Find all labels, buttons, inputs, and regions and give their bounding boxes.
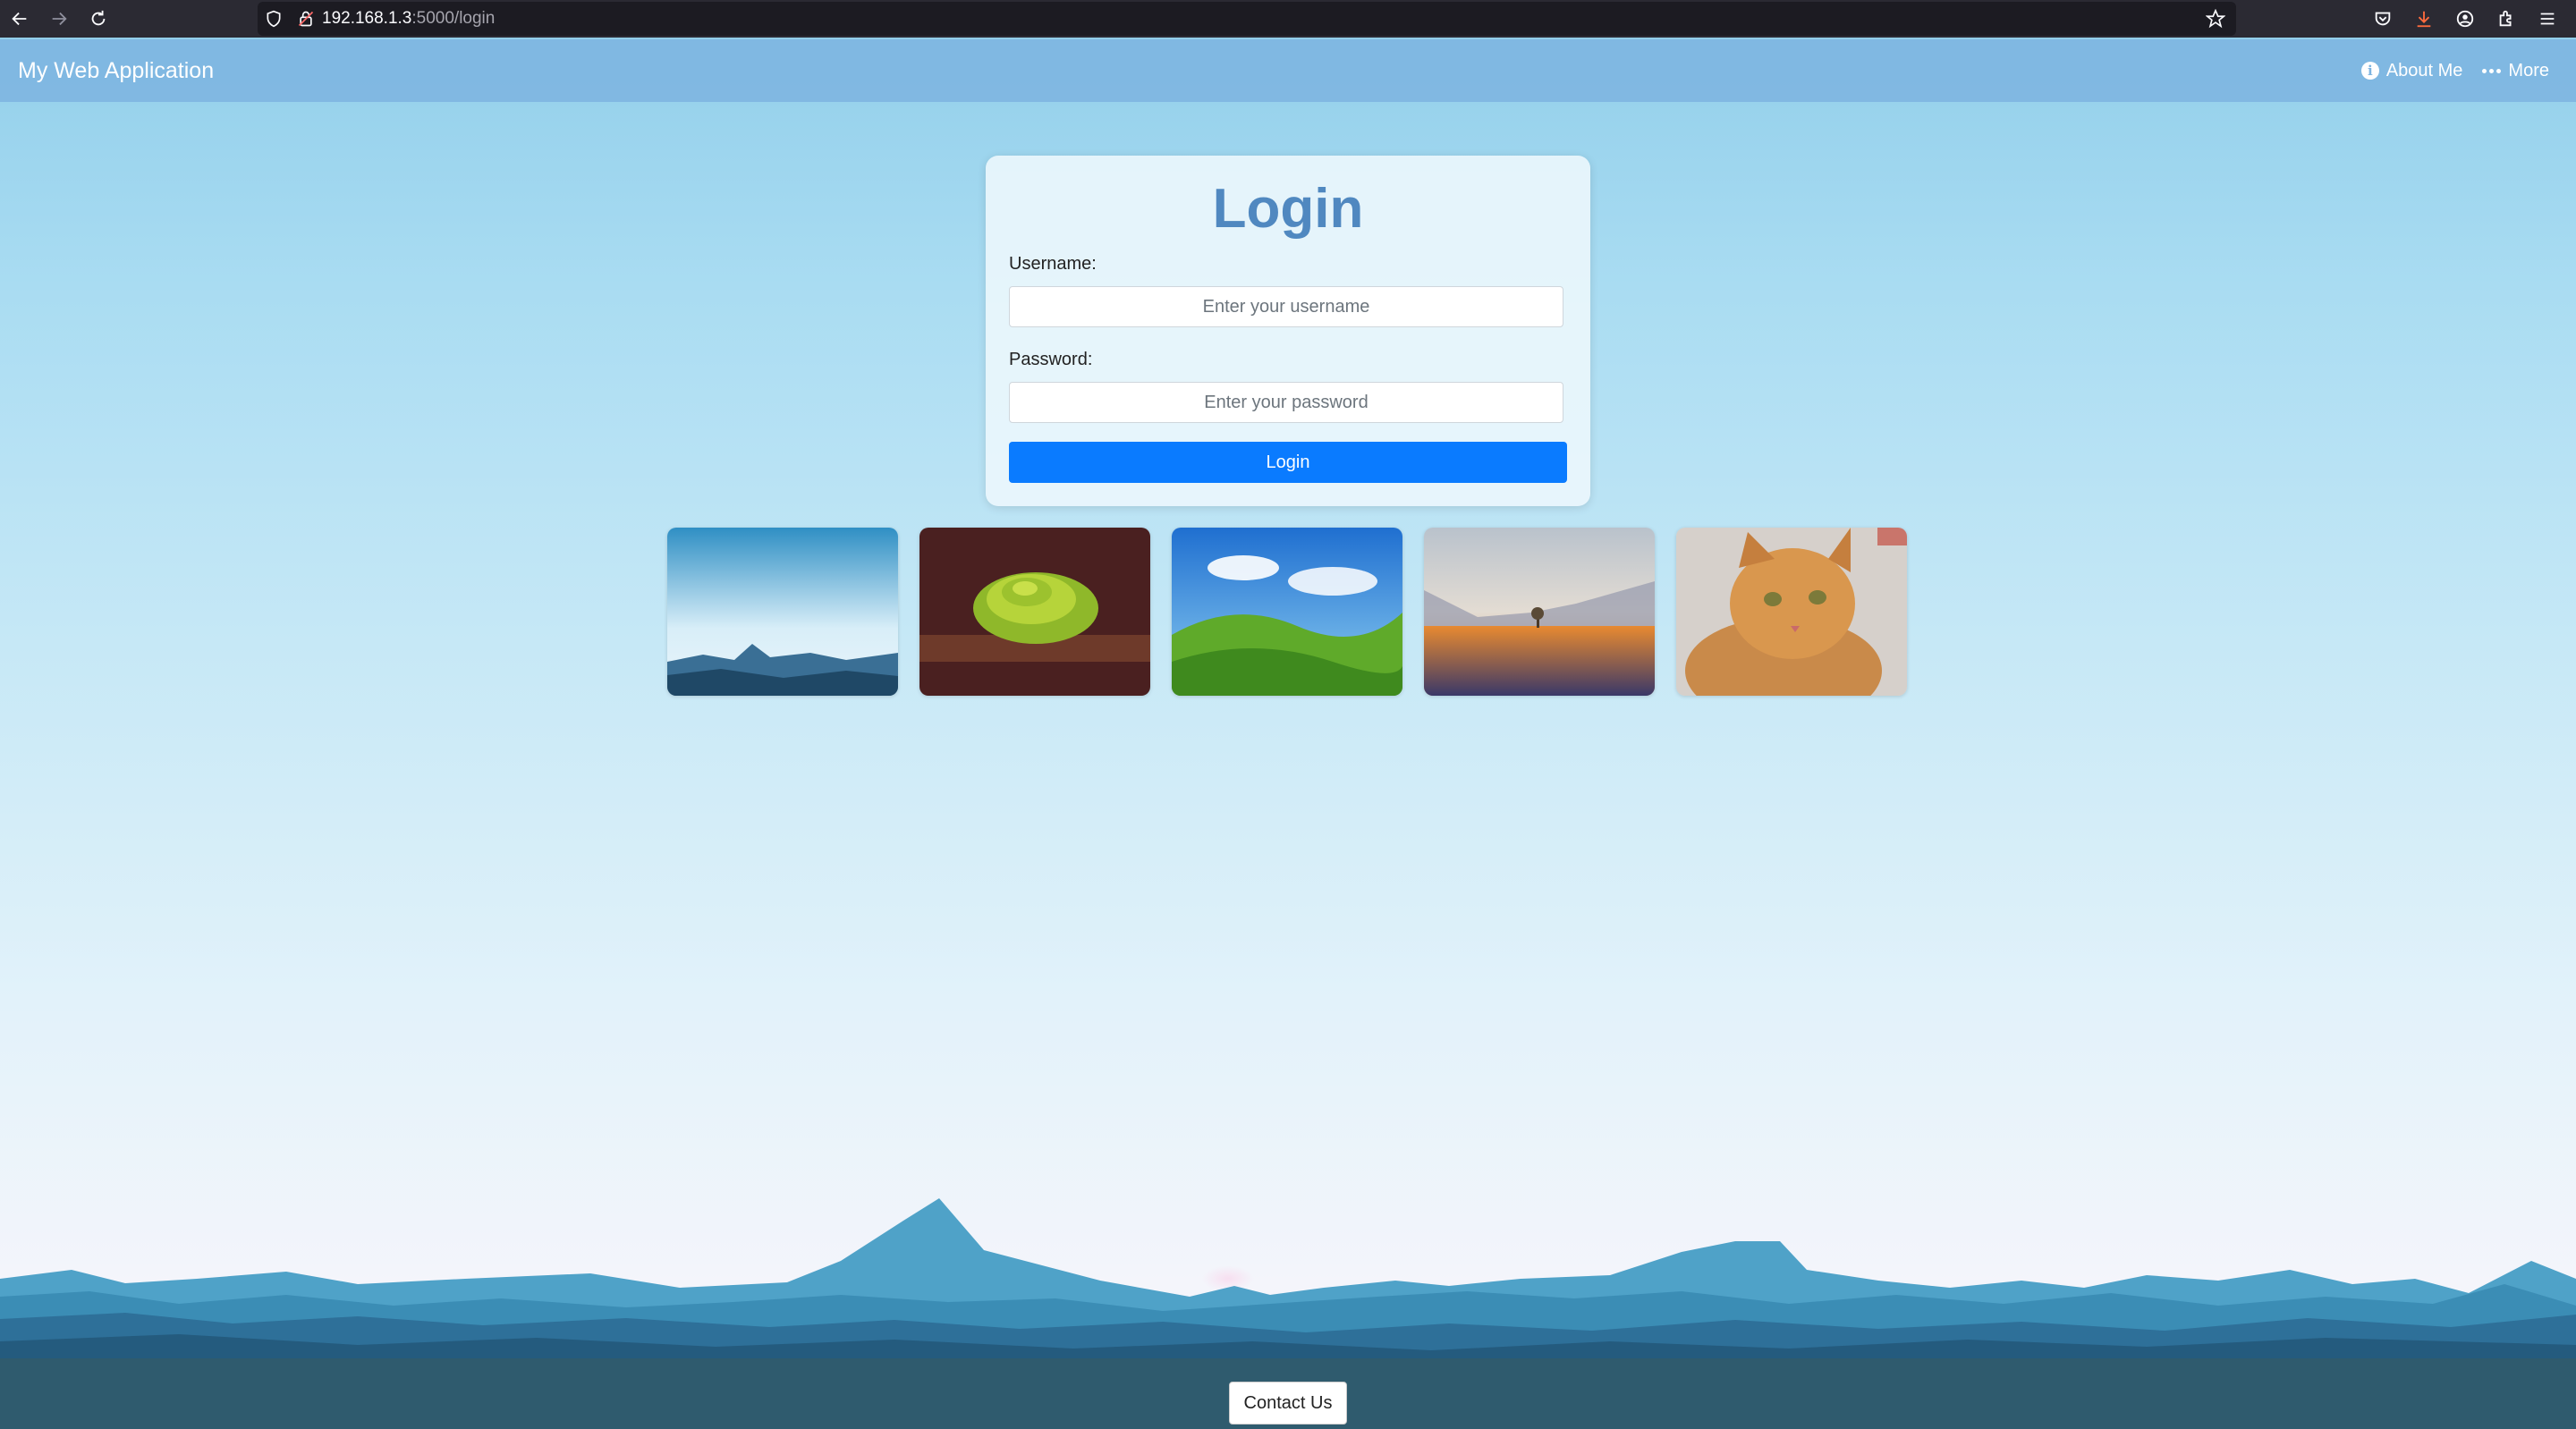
extensions-icon[interactable]	[2488, 0, 2524, 38]
pocket-icon[interactable]	[2365, 0, 2401, 38]
insecure-lock-icon[interactable]	[290, 2, 322, 36]
mountain-silhouette	[0, 1198, 2576, 1359]
about-me-link[interactable]: i About Me	[2360, 60, 2463, 81]
app-navbar: My Web Application i About Me More	[0, 39, 2576, 102]
password-label: Password:	[1009, 350, 1093, 369]
more-dots-icon	[2482, 68, 2502, 73]
shield-icon[interactable]	[258, 2, 290, 36]
gallery-image-hills[interactable]	[1172, 528, 1402, 696]
browser-toolbar: 192.168.1.3:5000/login	[0, 0, 2576, 38]
gallery-image-field[interactable]	[1424, 528, 1655, 696]
more-label: More	[2508, 60, 2549, 80]
account-icon[interactable]	[2447, 0, 2483, 38]
forward-icon[interactable]	[39, 0, 79, 38]
username-input[interactable]	[1009, 286, 1563, 327]
bookmark-star-icon[interactable]	[2205, 8, 2226, 33]
password-input[interactable]	[1009, 382, 1563, 423]
url-path: :5000/login	[411, 9, 496, 28]
reload-icon[interactable]	[79, 0, 118, 38]
url-host: 192.168.1.3	[322, 9, 412, 28]
image-gallery	[667, 528, 1907, 696]
gallery-image-cat[interactable]	[1676, 528, 1907, 696]
about-me-label: About Me	[2385, 60, 2463, 80]
download-icon[interactable]	[2406, 0, 2442, 38]
gallery-image-snake[interactable]	[919, 528, 1150, 696]
login-button[interactable]: Login	[1009, 442, 1567, 483]
username-label: Username:	[1009, 254, 1097, 274]
more-menu[interactable]: More	[2482, 61, 2549, 81]
back-icon[interactable]	[0, 0, 39, 38]
hamburger-menu-icon[interactable]	[2529, 0, 2565, 38]
gallery-image-mountain[interactable]	[667, 528, 898, 696]
login-card: Login Username: Password: Login	[986, 156, 1590, 506]
contact-us-button[interactable]: Contact Us	[1229, 1382, 1347, 1425]
info-icon: i	[2360, 62, 2379, 80]
url-bar[interactable]: 192.168.1.3:5000/login	[258, 2, 2236, 36]
brand-link[interactable]: My Web Application	[18, 58, 214, 84]
login-title: Login	[1212, 178, 1364, 240]
